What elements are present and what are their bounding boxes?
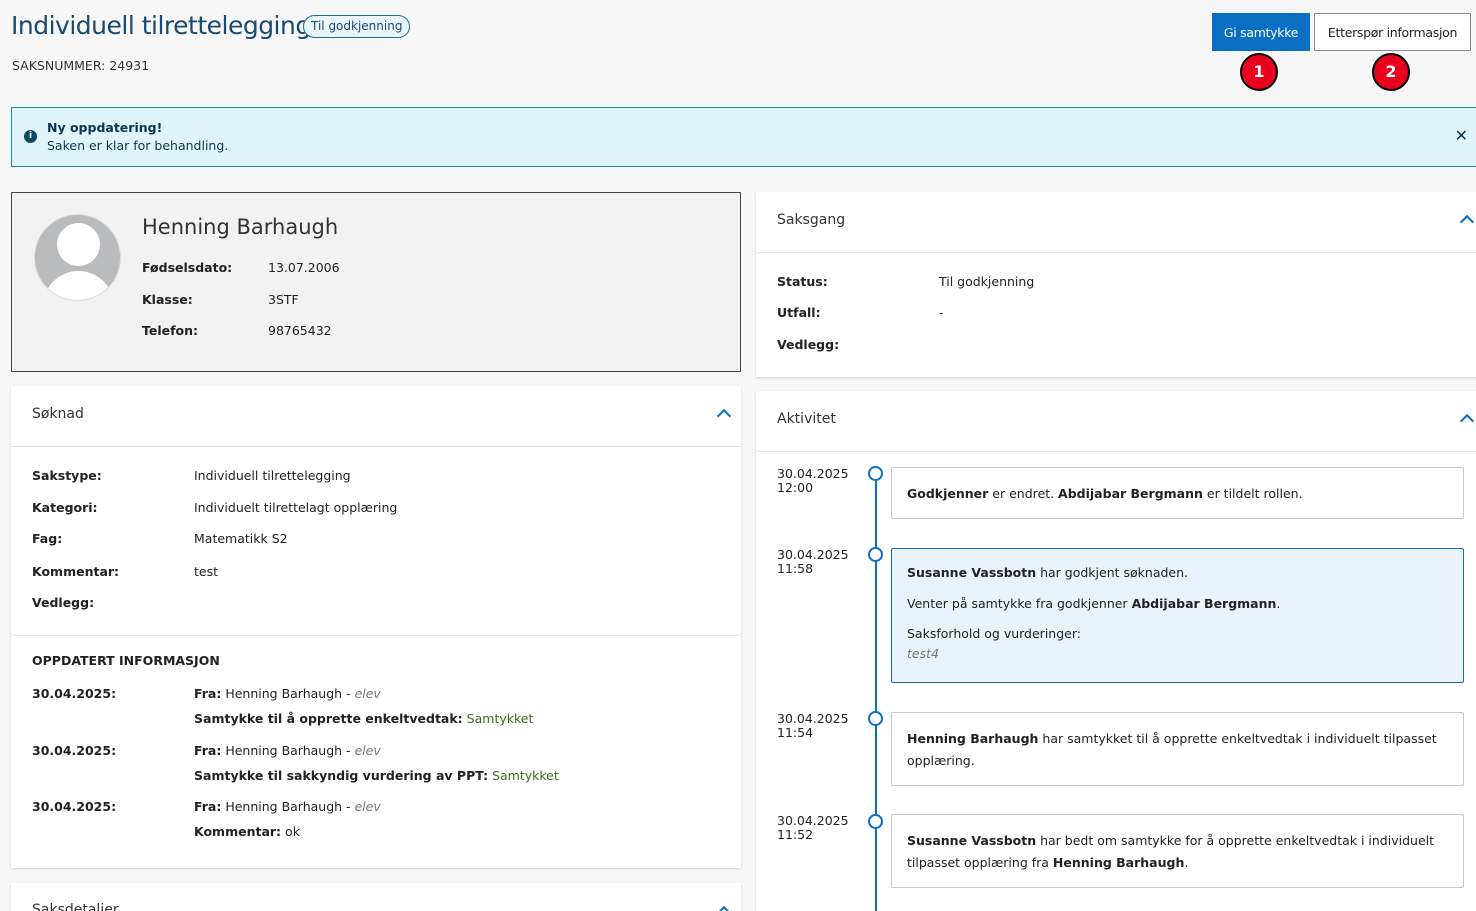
phone-label: Telefon: xyxy=(142,323,199,338)
activity-entry: Susanne Vassbotn har bedt om samtykke fo… xyxy=(891,814,1464,888)
status-badge: Til godkjenning xyxy=(303,15,411,38)
timeline-line xyxy=(875,469,877,911)
case-details-card: Saksdetaljer xyxy=(11,883,741,911)
update-from: Fra: Henning Barhaugh - elev xyxy=(194,743,381,758)
application-card: Søknad Sakstype: Individuell tilretteleg… xyxy=(11,386,741,868)
subject-label: Fag: xyxy=(32,531,63,546)
status-value: Til godkjenning xyxy=(939,274,1035,289)
application-header[interactable]: Søknad xyxy=(32,406,84,422)
timeline-dot xyxy=(868,711,883,726)
person-card: Henning Barhaugh Fødselsdato: 13.07.2006… xyxy=(11,192,741,372)
case-number: SAKSNUMMER: 24931 xyxy=(12,58,150,73)
divider xyxy=(11,635,741,636)
update-from: Fra: Henning Barhaugh - elev xyxy=(194,799,381,814)
case-progress-header[interactable]: Saksgang xyxy=(777,212,845,228)
page-title: Individuell tilrettelegging xyxy=(11,11,311,40)
info-icon: i xyxy=(24,130,37,143)
activity-timestamp: 30.04.2025 11:54 xyxy=(777,711,849,740)
activity-entry-highlighted: Susanne Vassbotn har godkjent søknaden. … xyxy=(891,548,1464,683)
case-type-value: Individuell tilrettelegging xyxy=(194,468,351,483)
activity-timestamp: 30.04.2025 11:58 xyxy=(777,547,849,576)
case-progress-card: Saksgang Status: Til godkjenning Utfall:… xyxy=(756,192,1476,377)
update-detail: Samtykke til sakkyndig vurdering av PPT:… xyxy=(194,768,559,783)
divider xyxy=(756,451,1476,452)
activity-entry: Godkjenner er endret. Abdijabar Bergmann… xyxy=(891,467,1464,519)
banner-title: Ny oppdatering! xyxy=(47,120,163,135)
category-label: Kategori: xyxy=(32,500,98,515)
request-information-button[interactable]: Etterspør informasjon xyxy=(1314,13,1471,51)
outcome-value: - xyxy=(939,305,944,320)
comment-label: Kommentar: xyxy=(32,564,120,579)
activity-entry: Henning Barhaugh har samtykket til å opp… xyxy=(891,712,1464,786)
chevron-up-icon[interactable] xyxy=(1459,413,1475,429)
timeline-dot xyxy=(868,466,883,481)
chevron-up-icon[interactable] xyxy=(716,408,732,424)
chevron-up-icon[interactable] xyxy=(716,905,732,911)
subject-value: Matematikk S2 xyxy=(194,531,288,546)
activity-header[interactable]: Aktivitet xyxy=(777,411,836,427)
close-icon[interactable]: ✕ xyxy=(1455,126,1468,145)
attachment-label: Vedlegg: xyxy=(777,337,840,352)
phone-value: 98765432 xyxy=(268,323,332,338)
birthdate-label: Fødselsdato: xyxy=(142,260,233,275)
status-label: Status: xyxy=(777,274,828,289)
class-value: 3STF xyxy=(268,292,299,307)
give-consent-button[interactable]: Gi samtykke xyxy=(1212,13,1310,51)
avatar-body xyxy=(43,271,114,300)
activity-timestamp: 30.04.2025 12:00 xyxy=(777,466,849,495)
attachment-label: Vedlegg: xyxy=(32,595,95,610)
divider xyxy=(756,252,1476,253)
update-from: Fra: Henning Barhaugh - elev xyxy=(194,686,381,701)
avatar-head xyxy=(57,223,100,266)
annotation-marker-2: 2 xyxy=(1372,53,1410,91)
avatar xyxy=(34,214,121,301)
birthdate-value: 13.07.2006 xyxy=(268,260,340,275)
chevron-up-icon[interactable] xyxy=(1459,214,1475,230)
banner-text: Saken er klar for behandling. xyxy=(47,138,229,153)
timeline-dot xyxy=(868,547,883,562)
info-banner: i Ny oppdatering! Saken er klar for beha… xyxy=(11,107,1476,167)
timeline-dot xyxy=(868,814,883,829)
class-label: Klasse: xyxy=(142,292,193,307)
updated-info-header: OPPDATERT INFORMASJON xyxy=(32,653,220,668)
activity-timestamp: 30.04.2025 11:52 xyxy=(777,813,849,842)
update-detail: Samtykke til å opprette enkeltvedtak: Sa… xyxy=(194,711,534,726)
category-value: Individuelt tilrettelagt opplæring xyxy=(194,500,398,515)
annotation-marker-1: 1 xyxy=(1240,53,1278,91)
outcome-label: Utfall: xyxy=(777,305,821,320)
divider xyxy=(11,446,741,447)
activity-card: Aktivitet 30.04.2025 12:00 Godkjenner er … xyxy=(756,391,1476,911)
update-detail: Kommentar: ok xyxy=(194,824,300,839)
update-date: 30.04.2025: xyxy=(32,686,117,701)
case-details-header[interactable]: Saksdetaljer xyxy=(32,902,119,911)
person-name: Henning Barhaugh xyxy=(142,215,339,239)
update-date: 30.04.2025: xyxy=(32,799,117,814)
comment-value: test xyxy=(194,564,219,579)
update-date: 30.04.2025: xyxy=(32,743,117,758)
case-type-label: Sakstype: xyxy=(32,468,102,483)
